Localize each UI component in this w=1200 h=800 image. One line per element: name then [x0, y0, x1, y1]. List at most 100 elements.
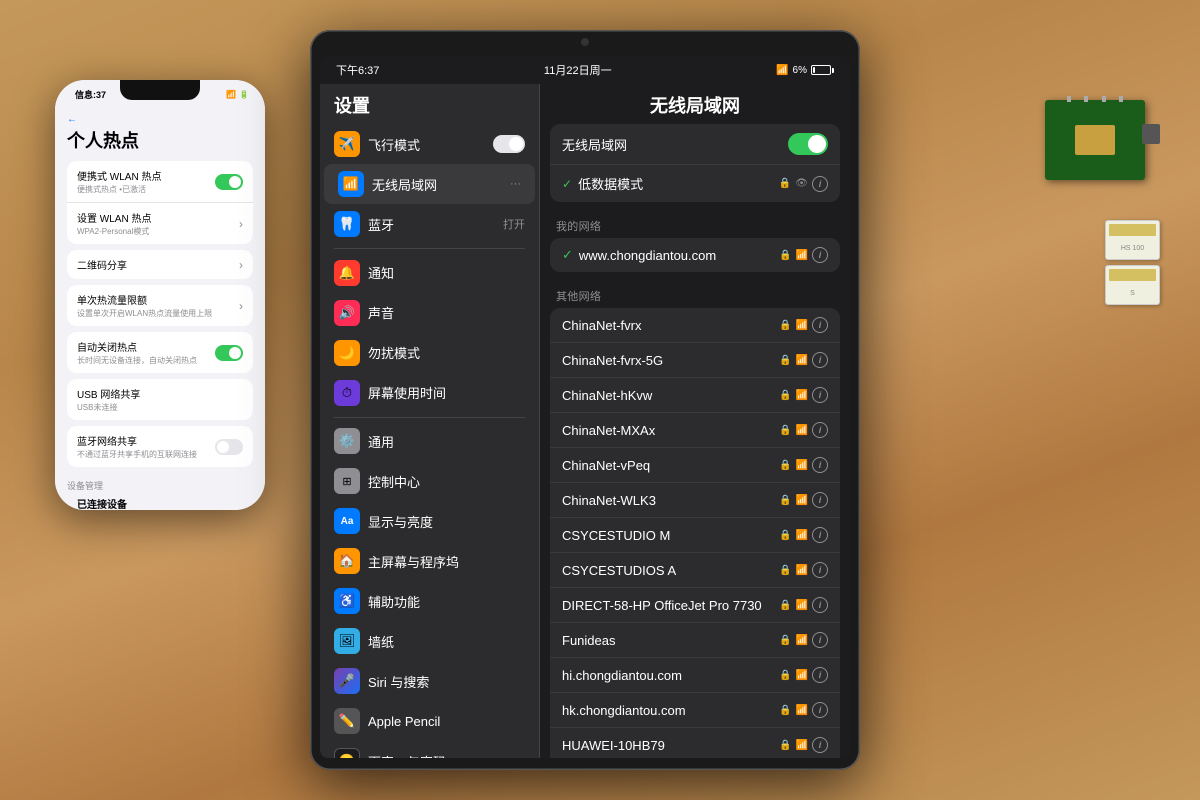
iphone-usb-row[interactable]: USB 网络共享 USB未连接: [67, 379, 253, 420]
my-network-row[interactable]: ✓ www.chongdiantou.com 🔒 📶 i: [550, 238, 840, 272]
network-row-4[interactable]: ChinaNet-vPeq 🔒 📶 i: [550, 448, 840, 483]
network-row-2[interactable]: ChinaNet-hKvw 🔒 📶 i: [550, 378, 840, 413]
iphone-set-wlan-label: 设置 WLAN 热点: [77, 210, 151, 225]
ipad-battery-icon: [811, 65, 834, 75]
applepencil-label: Apple Pencil: [368, 714, 525, 729]
iphone-screen: 信息:37 📶 🔋 ← 个人热点 便携式 WLAN 热点 便携式热点 •已激活: [55, 80, 265, 510]
network-row-6[interactable]: CSYCESTUDIO M 🔒 📶 i: [550, 518, 840, 553]
sidebar-item-dnd[interactable]: 🌙 勿扰模式: [320, 333, 539, 373]
iphone-bt-sub: 不通过蓝牙共享手机的互联网连接: [77, 449, 197, 460]
sidebar-item-sound[interactable]: 🔊 声音: [320, 293, 539, 333]
info-btn-5[interactable]: i: [812, 492, 828, 508]
wifi-6: 📶: [796, 530, 808, 541]
airplane-toggle[interactable]: .at-off::after{left:2px!important;}: [493, 135, 525, 153]
sidebar-item-display[interactable]: Aa 显示与亮度: [320, 501, 539, 541]
iphone-qr-row[interactable]: 二维码分享 ›: [67, 250, 253, 279]
iphone-back-button[interactable]: ←: [67, 114, 253, 125]
info-btn-4[interactable]: i: [812, 457, 828, 473]
info-btn-9[interactable]: i: [812, 632, 828, 648]
iphone-autoclose-row[interactable]: 自动关闭热点 长时间无设备连接，自动关闭热点: [67, 332, 253, 373]
network-icons-11: 🔒 📶 i: [779, 702, 828, 718]
network-row-12[interactable]: HUAWEI-10HB79 🔒 📶 i: [550, 728, 840, 758]
network-row-7[interactable]: CSYCESTUDIOS A 🔒 📶 i: [550, 553, 840, 588]
dnd-icon: 🌙: [334, 340, 360, 366]
wifi-low-data-row[interactable]: ✓ 低数据模式 🔒 👁 i: [550, 165, 840, 202]
iphone-quota-chevron: ›: [239, 299, 243, 313]
sidebar-item-applepencil[interactable]: ✏️ Apple Pencil: [320, 701, 539, 741]
sidebar-item-accessibility[interactable]: ♿ 辅助功能: [320, 581, 539, 621]
sidebar-item-screentime[interactable]: ⏱ 屏幕使用时间: [320, 373, 539, 413]
info-btn-1[interactable]: i: [812, 352, 828, 368]
iphone-bt-row[interactable]: 蓝牙网络共享 不通过蓝牙共享手机的互联网连接: [67, 426, 253, 467]
wallpaper-icon: 🖼: [334, 628, 360, 654]
info-btn-6[interactable]: i: [812, 527, 828, 543]
network-name-1: ChinaNet-fvrx-5G: [562, 353, 779, 368]
network-icons-5: 🔒 📶 i: [779, 492, 828, 508]
iphone-quota-row[interactable]: 单次热流量限额 设置单次开启WLAN热点流量使用上限 ›: [67, 285, 253, 326]
screentime-icon: ⏱: [334, 380, 360, 406]
network-row-3[interactable]: ChinaNet-MXAx 🔒 📶 i: [550, 413, 840, 448]
info-btn-2[interactable]: i: [812, 387, 828, 403]
lock-0: 🔒: [779, 320, 791, 331]
sidebar-item-airplane[interactable]: ✈️ 飞行模式 .at-off::after{left:2px!importan…: [320, 124, 539, 164]
chip-pin: [1067, 96, 1071, 102]
iphone-wlan-toggle[interactable]: [215, 174, 243, 190]
hardware-chip-container: [1045, 100, 1145, 180]
network-row-10[interactable]: hi.chongdiantou.com 🔒 📶 i: [550, 658, 840, 693]
notification-icon: 🔔: [334, 260, 360, 286]
chip-pins-top: [1060, 96, 1130, 102]
info-btn-0[interactable]: i: [812, 317, 828, 333]
sim-card-2: S: [1105, 265, 1160, 305]
wifi-main-section: 无线局域网 ✓ 低数据模式 🔒 👁 i: [550, 124, 840, 202]
info-btn-10[interactable]: i: [812, 667, 828, 683]
info-btn-11[interactable]: i: [812, 702, 828, 718]
iphone-autoclose-toggle[interactable]: [215, 345, 243, 361]
ipad-time: 下午6:37: [336, 62, 379, 78]
network-icons-10: 🔒 📶 i: [779, 667, 828, 683]
network-icons-1: 🔒 📶 i: [779, 352, 828, 368]
network-row-5[interactable]: ChinaNet-WLK3 🔒 📶 i: [550, 483, 840, 518]
wifi-label: 无线局域网: [372, 175, 502, 194]
info-btn-3[interactable]: i: [812, 422, 828, 438]
iphone-quota-sub: 设置单次开启WLAN热点流量使用上限: [77, 308, 212, 319]
network-row-9[interactable]: Funideas 🔒 📶 i: [550, 623, 840, 658]
display-icon: Aa: [334, 508, 360, 534]
network-name-7: CSYCESTUDIOS A: [562, 563, 779, 578]
iphone-bt-toggle[interactable]: [215, 439, 243, 455]
sidebar-item-general[interactable]: ⚙️ 通用: [320, 421, 539, 461]
airplane-icon: ✈️: [334, 131, 360, 157]
display-label: 显示与亮度: [368, 512, 525, 531]
wifi-toggle-row[interactable]: 无线局域网: [550, 124, 840, 165]
sidebar-item-siri[interactable]: 🎤 Siri 与搜索: [320, 661, 539, 701]
battery-tip: [832, 68, 834, 73]
sidebar-item-wallpaper[interactable]: 🖼 墙纸: [320, 621, 539, 661]
chip-board: [1045, 100, 1145, 180]
network-icons-8: 🔒 📶 i: [779, 597, 828, 613]
info-btn-12[interactable]: i: [812, 737, 828, 753]
sidebar-item-bluetooth[interactable]: 🦷 蓝牙 打开: [320, 204, 539, 244]
network-row-1[interactable]: ChinaNet-fvrx-5G 🔒 📶 i: [550, 343, 840, 378]
network-icons-7: 🔒 📶 i: [779, 562, 828, 578]
iphone-wlan-hotspot-row[interactable]: 便携式 WLAN 热点 便携式热点 •已激活: [67, 161, 253, 203]
sidebar-item-controlcenter[interactable]: ⊞ 控制中心: [320, 461, 539, 501]
ipad-signal-icon: 📶: [776, 65, 788, 76]
info-btn-8[interactable]: i: [812, 597, 828, 613]
sidebar-item-notifications[interactable]: 🔔 通知: [320, 253, 539, 293]
wifi-5: 📶: [796, 495, 808, 506]
iphone-time: 信息:37: [75, 88, 106, 101]
my-network-info-btn[interactable]: i: [812, 247, 828, 263]
sidebar-item-faceid[interactable]: 😊 面容ID与密码: [320, 741, 539, 758]
sidebar-item-homescreen[interactable]: 🏠 主屏幕与程序坞: [320, 541, 539, 581]
applepencil-icon: ✏️: [334, 708, 360, 734]
network-row-0[interactable]: ChinaNet-fvrx 🔒 📶 i: [550, 308, 840, 343]
network-icons-3: 🔒 📶 i: [779, 422, 828, 438]
network-row-11[interactable]: hk.chongdiantou.com 🔒 📶 i: [550, 693, 840, 728]
low-data-info-btn[interactable]: i: [812, 176, 828, 192]
network-row-8[interactable]: DIRECT-58-HP OfficeJet Pro 7730 🔒 📶 i: [550, 588, 840, 623]
iphone-set-wlan-row[interactable]: 设置 WLAN 热点 WPA2-Personal模式 ›: [67, 203, 253, 244]
sidebar-item-wifi[interactable]: 📶 无线局域网 ···: [324, 164, 535, 204]
iphone-notch: [120, 80, 200, 100]
wifi-main-toggle-switch[interactable]: [788, 133, 828, 155]
info-btn-7[interactable]: i: [812, 562, 828, 578]
lock-icon: 🔒: [779, 178, 791, 189]
